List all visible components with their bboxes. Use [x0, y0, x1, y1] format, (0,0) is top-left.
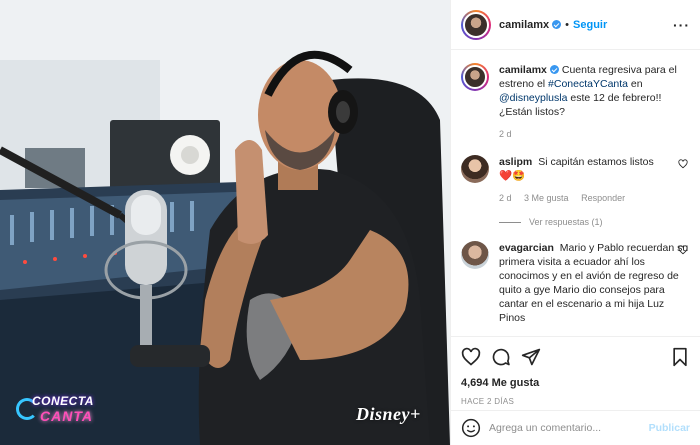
publish-button[interactable]: Publicar: [649, 422, 690, 434]
verified-icon: [552, 20, 562, 29]
disney-plus-logo: Disney+: [356, 404, 421, 424]
heart-icon[interactable]: [678, 245, 688, 255]
hashtag-link[interactable]: #ConectaYCanta: [548, 78, 628, 90]
add-comment-bar: Publicar: [451, 410, 700, 445]
post-header: camilamx • Seguir ···: [451, 0, 700, 50]
comment-text: Mario y Pablo recuerdan su primera visit…: [499, 242, 689, 324]
emoji-icon[interactable]: [461, 418, 481, 438]
mention-link[interactable]: @disneyplusla: [499, 92, 567, 104]
post-timestamp: HACE 2 DÍAS: [461, 397, 515, 406]
conecta-y-canta-logo: CONECTA CANTA: [14, 392, 104, 432]
follow-button[interactable]: Seguir: [573, 19, 607, 31]
comment-likes[interactable]: 3 Me gusta: [524, 193, 569, 203]
comment-username[interactable]: evagarcian: [499, 242, 554, 254]
comment-icon[interactable]: [491, 347, 511, 367]
share-icon[interactable]: [521, 347, 541, 367]
comment-item: aslipm Si capitán estamos listos ❤️🤩 2 d…: [461, 155, 690, 205]
caption: camilamx Cuenta regresiva para el estreno…: [461, 63, 690, 141]
comment-age: 2 d: [499, 193, 512, 203]
more-icon[interactable]: ···: [673, 17, 690, 33]
username[interactable]: camilamx: [499, 19, 549, 31]
heart-icon[interactable]: [678, 159, 688, 169]
comment-text: Si capitán estamos listos: [538, 156, 654, 168]
post-actions: 4,694 Me gusta HACE 2 DÍAS: [451, 336, 700, 406]
avatar[interactable]: [461, 9, 491, 40]
comment-item: evagarcian Mario y Pablo recuerdan su pr…: [461, 241, 690, 325]
reply-button[interactable]: Responder: [581, 193, 625, 203]
avatar[interactable]: [461, 63, 489, 91]
caption-username[interactable]: camilamx: [499, 64, 547, 76]
studio-photo: [0, 0, 450, 445]
comment-emoji: ❤️🤩: [499, 170, 526, 182]
avatar[interactable]: [461, 155, 489, 183]
comment-input[interactable]: [489, 422, 649, 434]
post-side-panel: camilamx • Seguir ··· camilamx Cuenta reg…: [450, 0, 700, 445]
bookmark-icon[interactable]: [670, 347, 690, 367]
comment-username[interactable]: aslipm: [499, 156, 532, 168]
heart-icon[interactable]: [461, 347, 481, 367]
comments-list[interactable]: camilamx Cuenta regresiva para el estreno…: [451, 51, 700, 335]
post-image[interactable]: CONECTA CANTA Disney+: [0, 0, 450, 445]
avatar[interactable]: [461, 241, 489, 269]
caption-age: 2 d: [499, 129, 512, 139]
likes-count[interactable]: 4,694 Me gusta: [461, 377, 690, 389]
verified-icon: [549, 65, 559, 74]
separator: •: [565, 18, 570, 31]
view-replies-button[interactable]: Ver respuestas (1): [499, 217, 690, 227]
instagram-post-modal: CONECTA CANTA Disney+ camilamx • Seguir …: [0, 0, 700, 445]
